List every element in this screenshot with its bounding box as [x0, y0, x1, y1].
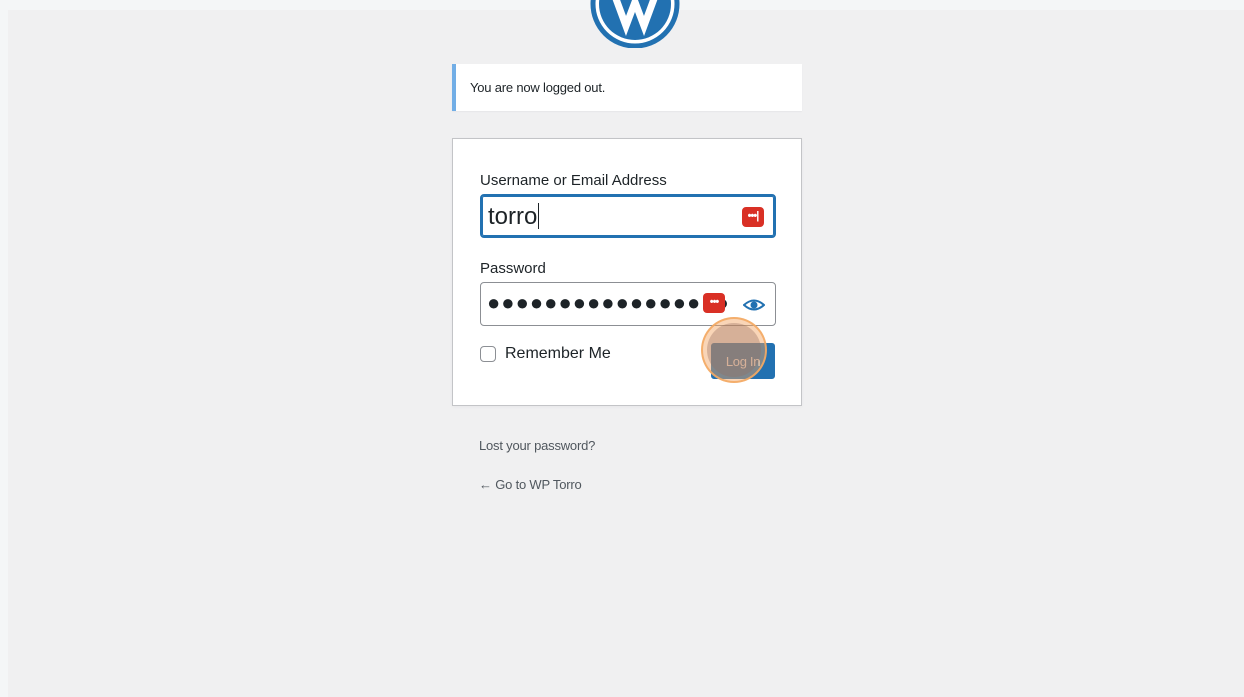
remember-me-label: Remember Me — [505, 345, 611, 362]
back-to-site-link[interactable]: ← Go to WP Torro — [479, 477, 582, 492]
text-caret — [538, 203, 540, 229]
login-button-label: Log In — [725, 354, 761, 369]
wordpress-logo-icon[interactable] — [590, 0, 680, 48]
username-value: torro — [488, 203, 538, 230]
logged-out-notice: You are now logged out. — [452, 64, 802, 111]
username-field[interactable]: torro •••| — [480, 194, 776, 238]
username-label: Username or Email Address — [480, 172, 667, 189]
login-page: You are now logged out. Username or Emai… — [8, 0, 1244, 697]
notice-text: You are now logged out. — [470, 80, 606, 95]
login-button[interactable]: Log In — [711, 343, 775, 379]
password-field[interactable]: ●●●●●●●●●●●●●●●●● ••• — [480, 282, 776, 326]
password-manager-icon[interactable]: •••| — [742, 207, 764, 227]
password-label: Password — [480, 260, 546, 277]
password-masked-value: ●●●●●●●●●●●●●●●●● — [487, 290, 730, 315]
lost-password-link[interactable]: Lost your password? — [479, 438, 595, 453]
eye-icon[interactable] — [743, 295, 765, 315]
password-manager-icon[interactable]: ••• — [703, 293, 725, 313]
login-form: Username or Email Address torro •••| Pas… — [452, 138, 802, 406]
remember-me-checkbox[interactable] — [480, 346, 496, 362]
